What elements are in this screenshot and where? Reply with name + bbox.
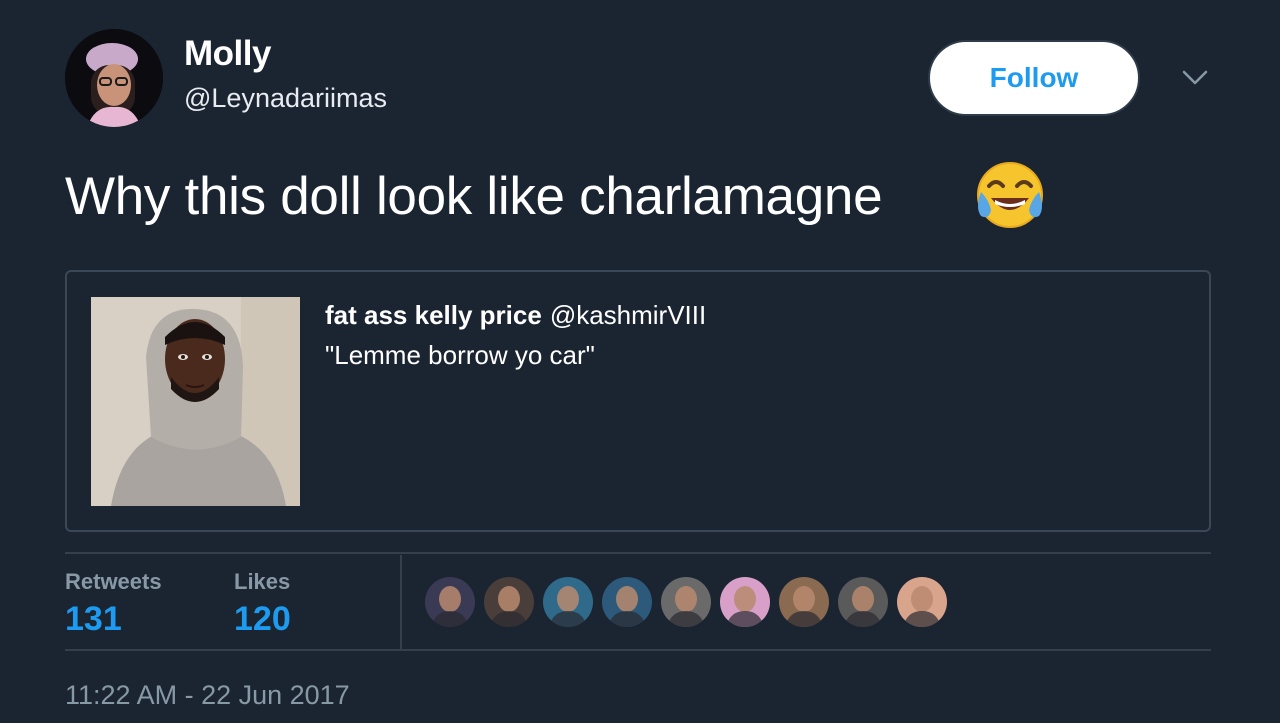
liker-avatar[interactable] — [602, 577, 652, 627]
quoted-author-name[interactable]: fat ass kelly price — [325, 300, 542, 330]
tweet-timestamp[interactable]: 11:22 AM - 22 Jun 2017 — [65, 680, 350, 711]
likers-avatar-list — [425, 577, 947, 627]
author-handle[interactable]: @Leynadariimas — [184, 83, 387, 114]
retweets-count[interactable]: 131 — [65, 600, 122, 639]
liker-avatar[interactable] — [661, 577, 711, 627]
liker-avatar[interactable] — [897, 577, 947, 627]
quoted-tweet-text: "Lemme borrow yo car" — [325, 340, 595, 370]
follow-button[interactable]: Follow — [928, 40, 1140, 116]
quoted-tweet-image[interactable] — [91, 297, 300, 506]
liker-avatar[interactable] — [543, 577, 593, 627]
likes-count[interactable]: 120 — [234, 600, 291, 639]
tweet-text: Why this doll look like charlamagne — [65, 167, 883, 226]
quoted-tweet-author[interactable]: fat ass kelly price @kashmirVIII — [325, 300, 706, 331]
author-display-name[interactable]: Molly — [184, 34, 271, 74]
divider — [400, 555, 402, 650]
liker-avatar[interactable] — [838, 577, 888, 627]
divider — [65, 649, 1211, 651]
face-with-tears-of-joy-icon — [973, 158, 1047, 232]
likes-label[interactable]: Likes — [234, 569, 290, 595]
quoted-author-handle[interactable]: @kashmirVIII — [550, 300, 706, 330]
liker-avatar[interactable] — [779, 577, 829, 627]
author-avatar[interactable] — [65, 29, 163, 127]
liker-avatar[interactable] — [425, 577, 475, 627]
retweets-label[interactable]: Retweets — [65, 569, 162, 595]
chevron-down-icon[interactable] — [1180, 66, 1210, 90]
divider — [65, 552, 1211, 554]
liker-avatar[interactable] — [484, 577, 534, 627]
liker-avatar[interactable] — [720, 577, 770, 627]
